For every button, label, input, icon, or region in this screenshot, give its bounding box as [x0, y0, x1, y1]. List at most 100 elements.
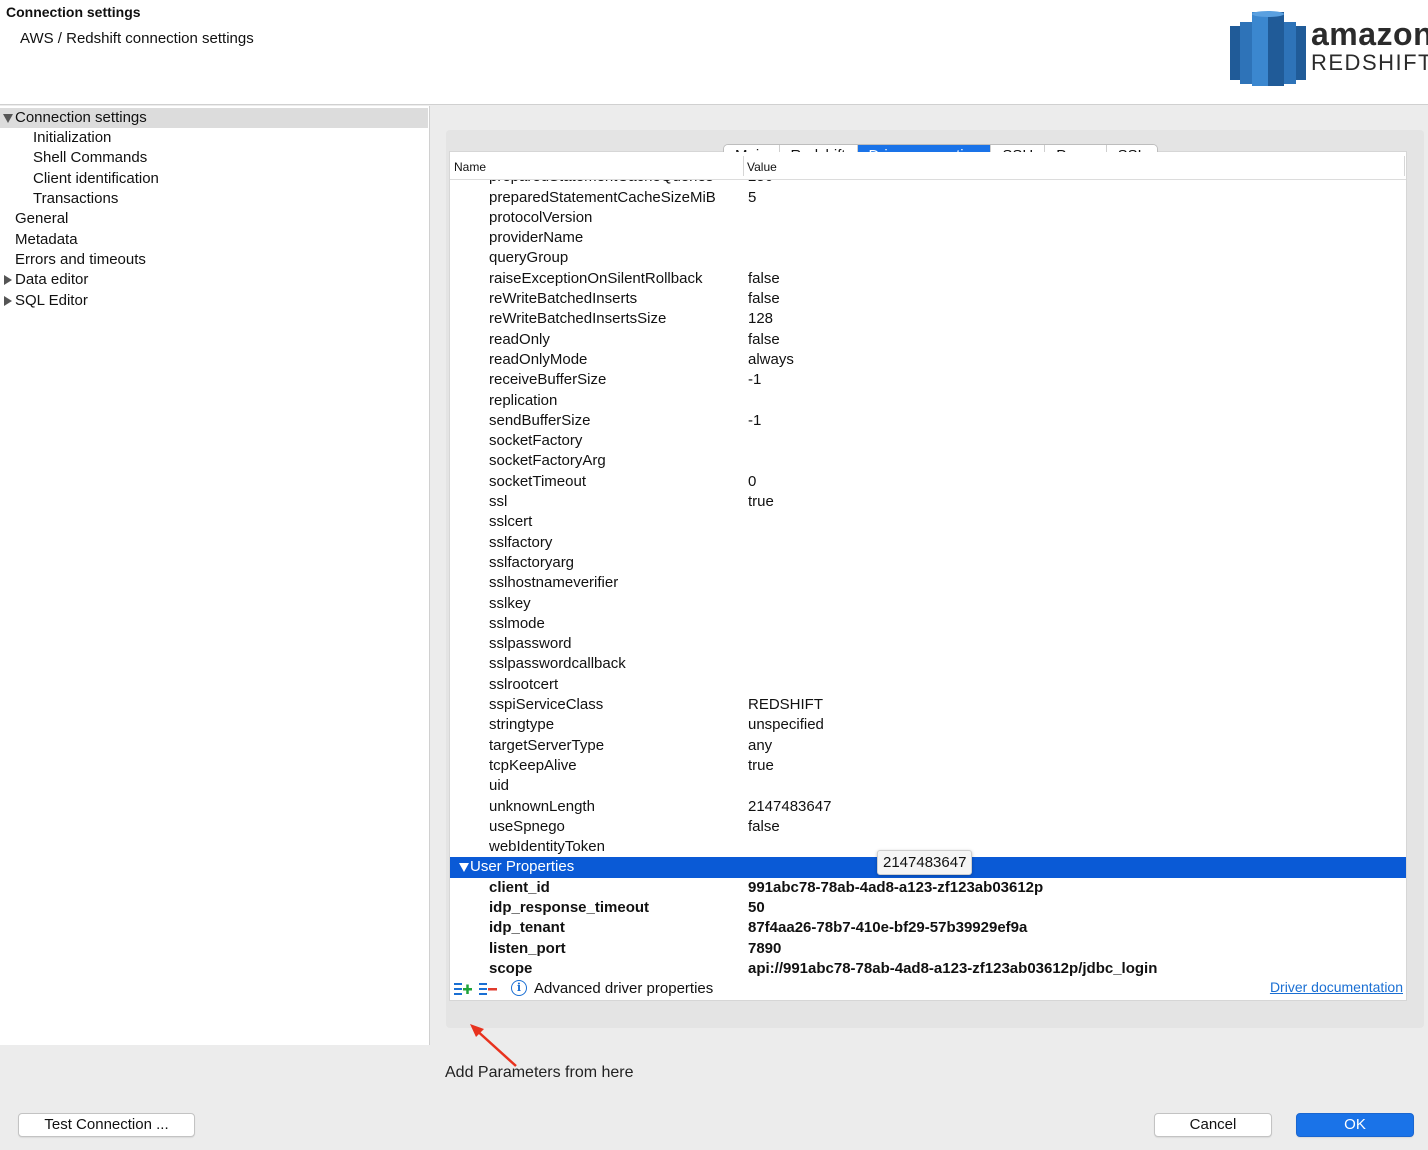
property-row[interactable]: readOnlyMode always [450, 350, 1406, 370]
property-row[interactable]: reWriteBatchedInsertsSize 128 [450, 309, 1406, 329]
dialog-subtitle: AWS / Redshift connection settings [20, 30, 254, 47]
property-name: sendBufferSize [489, 411, 591, 429]
property-row[interactable]: targetServerType any [450, 736, 1406, 756]
tree-item-data-editor[interactable]: Data editor [0, 270, 200, 290]
ok-button[interactable]: OK [1296, 1113, 1414, 1137]
tree-item-label: Transactions [33, 190, 119, 207]
tree-item-shell-commands[interactable]: Shell Commands [33, 148, 147, 168]
property-row[interactable]: sslkey [450, 594, 1406, 614]
property-value: -1 [748, 371, 762, 389]
tree-item-transactions[interactable]: Transactions [33, 189, 118, 209]
main-content: Main Redshift Driver properties SSH Prox… [431, 106, 1428, 1045]
tree-item-sql-editor[interactable]: SQL Editor [0, 291, 200, 311]
property-row[interactable]: sendBufferSize -1 [450, 411, 1406, 431]
property-name: useSpnego [489, 817, 565, 835]
property-name: client_id [489, 878, 550, 896]
property-row[interactable]: sslrootcert [450, 675, 1406, 695]
property-name: idp_response_timeout [489, 898, 650, 916]
property-row[interactable]: queryGroup [450, 248, 1406, 268]
property-name: sslpasswordcallback [489, 655, 626, 673]
property-row[interactable]: tcpKeepAlive true [450, 756, 1406, 776]
property-row[interactable]: ssl true [450, 492, 1406, 512]
property-row[interactable]: sslmode [450, 614, 1406, 634]
value-tooltip: 2147483647 [877, 850, 973, 875]
property-row[interactable]: stringtype unspecified [450, 715, 1406, 735]
property-row[interactable]: sslhostnameverifier [450, 573, 1406, 593]
user-property-row[interactable]: idp_tenant 87f4aa26-78b7-410e-bf29-57b399… [450, 918, 1406, 938]
properties-grid: Name Value prepareThreshold5preparedStat… [449, 151, 1407, 1001]
property-value: unspecified [748, 716, 824, 734]
property-value: true [748, 493, 774, 511]
property-name: sslpassword [489, 635, 572, 653]
property-name: socketTimeout [489, 472, 586, 490]
property-row[interactable]: readOnly false [450, 330, 1406, 350]
tree-item-connection-settings[interactable]: Connection settings [0, 108, 428, 128]
property-name: reWriteBatchedInserts [489, 290, 638, 308]
property-value: any [748, 736, 773, 754]
redshift-cylinders-icon [1230, 11, 1306, 86]
property-row[interactable]: providerName [450, 228, 1406, 248]
property-name: sslmode [489, 614, 545, 632]
property-row[interactable]: protocolVersion [450, 208, 1406, 228]
property-name: sslcert [489, 513, 533, 531]
property-value: REDSHIFT [748, 696, 823, 714]
property-row[interactable]: raiseExceptionOnSilentRollback false [450, 269, 1406, 289]
property-row[interactable]: unknownLength 2147483647 [450, 797, 1406, 817]
property-row[interactable]: receiveBufferSize -1 [450, 370, 1406, 390]
annotation-text: Add Parameters from here [445, 1064, 634, 1081]
property-row[interactable]: reWriteBatchedInserts false [450, 289, 1406, 309]
column-header-name[interactable]: Name [454, 160, 486, 174]
property-value: 991abc78-78ab-4ad8-a123-zf123ab03612p [748, 878, 1044, 896]
property-name: replication [489, 391, 558, 409]
column-header-value[interactable]: Value [747, 160, 777, 174]
column-divider [1404, 156, 1405, 176]
property-row[interactable]: replication [450, 391, 1406, 411]
property-row[interactable]: sslpasswordcallback [450, 654, 1406, 674]
advanced-properties-label: Advanced driver properties [534, 980, 714, 997]
property-row[interactable]: sslfactory [450, 533, 1406, 553]
cancel-button[interactable]: Cancel [1154, 1113, 1272, 1137]
property-name: uid [489, 777, 510, 795]
grid-header: Name Value [450, 152, 1406, 180]
test-connection-button[interactable]: Test Connection ... [18, 1113, 195, 1137]
property-name: providerName [489, 229, 584, 247]
property-row[interactable]: sspiServiceClass REDSHIFT [450, 695, 1406, 715]
property-row[interactable]: socketTimeout 0 [450, 472, 1406, 492]
driver-documentation-link[interactable]: Driver documentation [1270, 979, 1403, 995]
property-value: -1 [748, 411, 762, 429]
tree-item-client-identification[interactable]: Client identification [33, 169, 159, 189]
user-property-row[interactable]: listen_port 7890 [450, 939, 1406, 959]
property-name: socketFactoryArg [489, 452, 606, 470]
tree-item-metadata[interactable]: Metadata [15, 230, 78, 250]
property-row[interactable]: preparedStatementCacheSizeMiB 5 [450, 188, 1406, 208]
property-row[interactable]: uid [450, 776, 1406, 796]
tree-item-general[interactable]: General [15, 209, 68, 229]
column-divider[interactable] [743, 156, 744, 176]
property-value: false [748, 269, 780, 287]
tree-item-initialization[interactable]: Initialization [33, 128, 111, 148]
user-property-row[interactable]: client_id 991abc78-78ab-4ad8-a123-zf123ab… [450, 878, 1406, 898]
property-name: raiseExceptionOnSilentRollback [489, 269, 703, 287]
property-name: queryGroup [489, 249, 569, 267]
property-row[interactable]: sslcert [450, 512, 1406, 532]
property-name: readOnlyMode [489, 350, 588, 368]
collapsed-arrow-icon[interactable] [4, 296, 12, 306]
expanded-arrow-icon[interactable] [459, 863, 469, 873]
property-row[interactable]: socketFactory [450, 431, 1406, 451]
dialog-title: Connection settings [6, 4, 141, 20]
collapsed-arrow-icon[interactable] [4, 275, 12, 285]
property-row[interactable]: socketFactoryArg [450, 451, 1406, 471]
logo-text-amazon: amazon [1311, 16, 1428, 52]
add-property-icon[interactable] [453, 981, 473, 997]
remove-property-icon[interactable] [478, 981, 498, 997]
property-value: false [748, 290, 780, 308]
property-value: true [748, 756, 774, 774]
expanded-arrow-icon[interactable] [3, 114, 13, 123]
settings-tree: Connection settings Initialization Shell… [0, 106, 430, 1045]
tree-item-errors-and-timeouts[interactable]: Errors and timeouts [15, 250, 146, 270]
property-name: sslkey [489, 594, 531, 612]
property-row[interactable]: sslpassword [450, 634, 1406, 654]
property-row[interactable]: sslfactoryarg [450, 553, 1406, 573]
user-property-row[interactable]: idp_response_timeout 50 [450, 898, 1406, 918]
property-row[interactable]: useSpnego false [450, 817, 1406, 837]
